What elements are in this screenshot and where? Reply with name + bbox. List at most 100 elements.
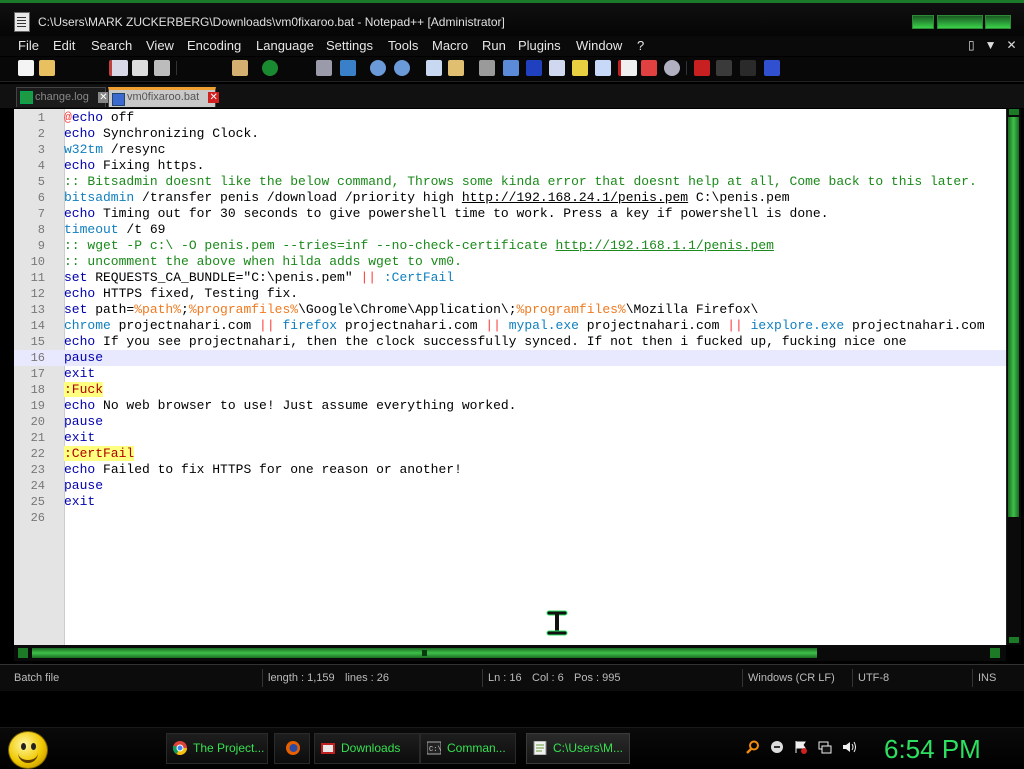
menu-file[interactable]: File — [18, 38, 39, 53]
stop-macro-icon[interactable] — [716, 60, 732, 76]
vertical-scrollbar[interactable] — [1006, 109, 1021, 645]
code-line: 4 echo Fixing https. — [37, 158, 205, 173]
window-title: C:\Users\MARK ZUCKERBERG\Downloads\vm0fi… — [38, 15, 505, 29]
menu-help[interactable]: ? — [637, 38, 644, 53]
udl-icon[interactable] — [549, 60, 565, 76]
eye-icon[interactable] — [664, 60, 680, 76]
taskbar-chrome[interactable]: The Project... — [166, 733, 268, 764]
menu-window[interactable]: Window — [576, 38, 622, 53]
url-link[interactable]: http://192.168.24.1/penis.pem — [462, 190, 688, 205]
code-line: 22:CertFail — [30, 446, 135, 461]
clock[interactable]: 6:54 PM — [884, 734, 981, 765]
action-center-flag-icon[interactable] — [794, 740, 808, 754]
minimize-button[interactable] — [912, 15, 934, 29]
word-wrap-icon[interactable] — [479, 60, 495, 76]
print-icon[interactable] — [154, 60, 170, 76]
network-icon[interactable] — [818, 740, 832, 754]
replace-icon[interactable] — [340, 60, 356, 76]
menu-encoding[interactable]: Encoding — [187, 38, 241, 53]
open-file-icon[interactable] — [39, 60, 55, 76]
doc-map-icon[interactable] — [572, 60, 588, 76]
status-line-number: Ln : 16 — [488, 672, 522, 684]
status-encoding[interactable]: UTF-8 — [858, 672, 889, 684]
code-line: 19 echo No web browser to use! Just assum… — [30, 398, 517, 413]
menu-view[interactable]: View — [146, 38, 174, 53]
doc-list-dropdown-icon[interactable]: ▼ — [985, 38, 997, 52]
status-eol[interactable]: Windows (CR LF) — [748, 672, 835, 684]
menu-plugins[interactable]: Plugins — [518, 38, 561, 53]
scroll-up-arrow[interactable] — [1009, 109, 1019, 115]
code-line: 10:: uncomment the above when hilda adds… — [30, 254, 462, 269]
code-line: 17 exit — [30, 366, 96, 381]
maximize-button[interactable] — [937, 15, 983, 29]
chrome-icon — [173, 741, 187, 755]
restore-doc-icon[interactable]: ▯ — [968, 38, 975, 52]
undo-icon[interactable] — [262, 60, 278, 76]
svg-text:C:\: C:\ — [429, 746, 441, 754]
paste-icon[interactable] — [232, 60, 248, 76]
run-macro-multiple-icon[interactable] — [764, 60, 780, 76]
monitoring-icon[interactable] — [641, 60, 657, 76]
status-insert-mode[interactable]: INS — [978, 672, 996, 684]
tab-change-log[interactable]: change.log ✕ — [16, 87, 109, 107]
close-file-icon[interactable] — [109, 60, 128, 76]
code-line: 20 pause — [30, 414, 104, 429]
code-line: 21 exit — [30, 430, 96, 445]
menu-tools[interactable]: Tools — [388, 38, 418, 53]
code-line: 8 timeout /t 69 — [37, 222, 166, 237]
search-icon[interactable] — [746, 740, 760, 754]
scroll-down-arrow[interactable] — [1009, 637, 1019, 643]
indent-guide-icon[interactable] — [526, 60, 542, 76]
code-line: 6 bitsadmin /transfer penis /download /pr… — [37, 190, 790, 205]
taskbar-firefox[interactable] — [274, 733, 310, 764]
menu-run[interactable]: Run — [482, 38, 506, 53]
code-line: 15 echo If you see projectnahari, then th… — [30, 334, 907, 349]
menu-macro[interactable]: Macro — [432, 38, 468, 53]
zoom-out-icon[interactable] — [394, 60, 410, 76]
cmd-icon: C:\ — [427, 741, 441, 755]
code-line: 1 @echo off — [37, 110, 135, 125]
close-button[interactable] — [985, 15, 1011, 29]
sync-tray-icon[interactable] — [770, 740, 784, 754]
volume-icon[interactable] — [842, 740, 856, 754]
new-file-icon[interactable] — [18, 60, 34, 76]
folder-workspace-icon[interactable] — [618, 60, 637, 76]
scroll-right-arrow[interactable] — [990, 648, 1000, 658]
taskbar-notepadpp[interactable]: C:\Users\M... — [526, 733, 630, 764]
close-doc-icon[interactable]: ✕ — [1007, 38, 1017, 52]
url-link[interactable]: http://192.168.1.1/penis.pem — [555, 238, 773, 253]
toolbar — [0, 57, 1024, 82]
menu-edit[interactable]: Edit — [53, 38, 75, 53]
sync-vertical-icon[interactable] — [426, 60, 442, 76]
menu-bar: File Edit Search View Encoding Language … — [0, 36, 1024, 56]
code-line: 24 pause — [30, 478, 104, 493]
start-button[interactable] — [8, 731, 48, 769]
close-all-icon[interactable] — [132, 60, 148, 76]
menu-language[interactable]: Language — [256, 38, 314, 53]
find-icon[interactable] — [316, 60, 332, 76]
sync-horizontal-icon[interactable] — [448, 60, 464, 76]
menu-search[interactable]: Search — [91, 38, 132, 53]
tab-vm0fixaroo[interactable]: vm0fixaroo.bat ✕ — [108, 87, 220, 107]
taskbar-downloads[interactable]: Downloads — [314, 733, 420, 764]
function-list-icon[interactable] — [595, 60, 611, 76]
record-macro-icon[interactable] — [694, 60, 710, 76]
current-code-line: 16 pause — [14, 350, 1006, 366]
horizontal-scrollbar[interactable] — [14, 645, 1006, 661]
menu-settings[interactable]: Settings — [326, 38, 373, 53]
tab-label: change.log — [35, 91, 89, 103]
code-line: 13 set path=%path%;%programfiles%\Google\… — [30, 302, 759, 317]
play-macro-icon[interactable] — [740, 60, 756, 76]
status-position: Pos : 995 — [574, 672, 621, 684]
code-line: 12 echo HTTPS fixed, Testing fix. — [30, 286, 299, 301]
code-editor[interactable]: 1 @echo off 2 echo Synchronizing Clock. 3w… — [14, 109, 1006, 645]
vertical-scroll-thumb[interactable] — [1008, 117, 1019, 517]
show-all-chars-icon[interactable] — [503, 60, 519, 76]
scroll-left-arrow[interactable] — [18, 648, 28, 658]
zoom-in-icon[interactable] — [370, 60, 386, 76]
notepadpp-icon — [14, 12, 30, 32]
scroll-grip — [422, 650, 427, 656]
taskbar-command-prompt[interactable]: C:\ Comman... — [420, 733, 516, 764]
close-tab-icon[interactable]: ✕ — [208, 92, 220, 103]
code-line: 9:: wget -P c:\ -O penis.pem --tries=inf… — [37, 238, 774, 253]
